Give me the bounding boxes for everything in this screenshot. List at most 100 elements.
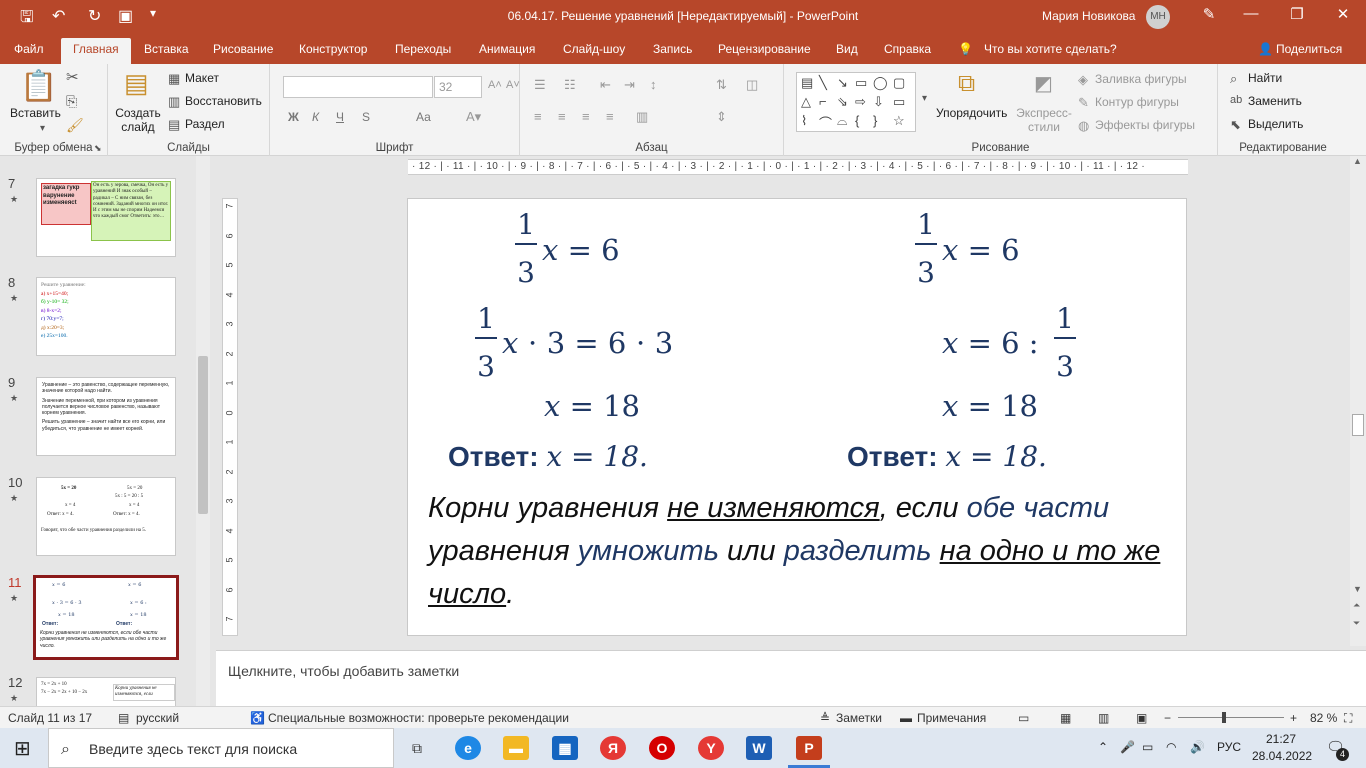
battery-icon[interactable]: ▭ xyxy=(1142,740,1153,754)
font-size-select[interactable]: 32 xyxy=(434,76,482,98)
thumbnails-scrollbar[interactable] xyxy=(196,156,210,706)
zoom-out-icon[interactable]: − xyxy=(1164,711,1171,725)
shrink-font-icon[interactable]: A˅ xyxy=(506,80,520,91)
yandex-browser-icon[interactable]: Я xyxy=(600,736,626,760)
microphone-icon[interactable]: 🎤 xyxy=(1120,740,1135,754)
new-slide-button[interactable]: Создать слайд xyxy=(114,106,162,135)
gallery-scroll-icon[interactable]: ▾ xyxy=(922,94,927,104)
normal-view-icon[interactable]: ▭ xyxy=(1018,711,1029,725)
volume-icon[interactable]: 🔊 xyxy=(1190,740,1205,754)
paste-button[interactable]: Вставить xyxy=(10,106,61,120)
paste-dropdown-icon[interactable]: ▾ xyxy=(40,124,45,134)
input-language[interactable]: РУС xyxy=(1217,740,1241,754)
user-name[interactable]: Мария Новикова xyxy=(1042,9,1135,23)
cut-icon[interactable]: ✂ xyxy=(66,70,79,85)
font-name-select[interactable] xyxy=(283,76,433,98)
windows-start-icon[interactable]: ⊞ xyxy=(14,736,31,761)
slideshow-start-icon[interactable]: ▣ xyxy=(118,6,133,26)
tray-chevron-icon[interactable]: ⌃ xyxy=(1098,740,1108,754)
share-button[interactable]: Поделиться xyxy=(1276,42,1342,56)
shape-fill-button[interactable]: Заливка фигуры xyxy=(1095,72,1187,86)
italic-button[interactable]: К xyxy=(312,110,319,124)
close-icon[interactable]: ✕ xyxy=(1328,5,1358,23)
slide-thumbnail-10[interactable]: 5x = 20 5x = 20 5x : 5 = 20 : 5 x = 4 x … xyxy=(36,477,176,556)
slide-thumbnail-11[interactable]: 𝑥 = 6 𝑥 = 6 𝑥 ⋅ 3 = 6 ⋅ 3 𝑥 = 6 : 𝑥 = 18… xyxy=(33,575,179,660)
tab-design[interactable]: Конструктор xyxy=(299,42,367,56)
share-icon[interactable]: 👤 xyxy=(1258,42,1273,56)
language-indicator[interactable]: русский xyxy=(136,711,179,725)
powerpoint-icon[interactable]: P xyxy=(796,736,822,760)
tab-record[interactable]: Запись xyxy=(653,42,692,56)
undo-icon[interactable]: ↶ xyxy=(52,6,65,26)
pen-icon[interactable]: ✎ xyxy=(1194,5,1224,23)
numbering-icon[interactable]: ☷ xyxy=(564,78,576,91)
slide-thumbnail-7[interactable]: загадка гукр варунение изменяеясt Он ест… xyxy=(36,178,176,257)
indent-icon[interactable]: ⇤ xyxy=(600,78,611,91)
search-placeholder[interactable]: Введите здесь текст для поиска xyxy=(89,741,297,757)
align-right-icon[interactable]: ≡ xyxy=(582,110,590,123)
shapes-gallery[interactable]: ▤ ╲ ↘ ▭ ◯ ▢ △ ⌐ ⇘ ⇨ ⇩ ▭ ⌇ ⌒ ⌓ { } ☆ xyxy=(796,72,916,132)
font-color-icon[interactable]: A▾ xyxy=(466,110,481,123)
align-text-icon[interactable]: ⇕ xyxy=(716,110,727,123)
comments-icon[interactable]: ▬ xyxy=(900,711,912,725)
outdent-icon[interactable]: ⇥ xyxy=(624,78,635,91)
scrollbar-thumb[interactable] xyxy=(1352,414,1364,436)
shape-effects-button[interactable]: Эффекты фигуры xyxy=(1095,118,1195,132)
underline-button[interactable]: Ч xyxy=(336,110,344,124)
quick-styles-icon[interactable]: ◩ xyxy=(1034,74,1053,94)
tab-view[interactable]: Вид xyxy=(836,42,858,56)
wifi-icon[interactable]: ◠ xyxy=(1166,740,1176,754)
slide-thumbnail-9[interactable]: Уравнение – это равенство, содержащее пе… xyxy=(36,377,176,456)
opera-icon[interactable]: O xyxy=(649,736,675,760)
text-direction-icon[interactable]: ⇅ xyxy=(716,78,727,91)
next-slide-icon[interactable]: ⏷ xyxy=(1353,618,1360,629)
tab-slideshow[interactable]: Слайд-шоу xyxy=(563,42,625,56)
notes-placeholder[interactable]: Щелкните, чтобы добавить заметки xyxy=(228,663,459,679)
notes-toggle-icon[interactable]: ≜ xyxy=(820,711,830,725)
align-center-icon[interactable]: ≡ xyxy=(558,110,566,123)
customize-toolbar-icon[interactable]: ▾ xyxy=(150,6,156,20)
tab-insert[interactable]: Вставка xyxy=(144,42,189,56)
layout-button[interactable]: Макет xyxy=(185,71,219,85)
clock-date[interactable]: 28.04.2022 xyxy=(1252,749,1312,763)
bullets-icon[interactable]: ☰ xyxy=(534,78,546,91)
spellcheck-icon[interactable]: ▤ xyxy=(118,711,129,725)
scroll-up-icon[interactable]: ▲ xyxy=(1353,156,1362,166)
shadow-button[interactable]: S xyxy=(362,110,370,124)
paste-icon[interactable]: 📋 xyxy=(20,72,57,102)
zoom-in-icon[interactable]: + xyxy=(1290,711,1297,725)
format-painter-icon[interactable]: 🖌 xyxy=(66,118,84,132)
notes-pane[interactable]: Щелкните, чтобы добавить заметки xyxy=(216,650,1366,706)
bold-button[interactable]: Ж xyxy=(288,110,299,124)
reset-button[interactable]: Восстановить xyxy=(185,94,262,108)
zoom-level[interactable]: 82 % xyxy=(1310,711,1337,725)
rule-text[interactable]: Корни уравнения не изменяются, если обе … xyxy=(428,487,1178,616)
grow-font-icon[interactable]: A˄ xyxy=(488,80,502,91)
dialog-launcher-icon[interactable]: ⬊ xyxy=(94,144,102,153)
yandex-icon[interactable]: Y xyxy=(698,736,724,760)
taskbar-search[interactable]: ⌕ Введите здесь текст для поиска xyxy=(48,728,394,768)
edge-icon[interactable]: e xyxy=(455,736,481,760)
smartart-icon[interactable]: ◫ xyxy=(746,78,758,91)
tell-me-search[interactable]: Что вы хотите сделать? xyxy=(984,42,1117,56)
find-button[interactable]: Найти xyxy=(1248,71,1282,85)
tab-help[interactable]: Справка xyxy=(884,42,931,56)
previous-slide-icon[interactable]: ⏶ xyxy=(1353,600,1360,611)
tab-animations[interactable]: Анимация xyxy=(479,42,535,56)
notes-toggle[interactable]: Заметки xyxy=(836,711,882,725)
shape-outline-button[interactable]: Контур фигуры xyxy=(1095,95,1179,109)
arrange-icon[interactable]: ⧉ xyxy=(958,72,975,96)
tab-home[interactable]: Главная xyxy=(61,38,131,64)
zoom-slider[interactable] xyxy=(1178,717,1284,718)
justify-icon[interactable]: ≡ xyxy=(606,110,614,123)
zoom-slider-handle[interactable] xyxy=(1222,712,1226,723)
quick-styles-button[interactable]: Экспресс-стили xyxy=(1012,106,1076,135)
save-icon[interactable]: 🖫 xyxy=(20,6,34,33)
maximize-icon[interactable]: ❐ xyxy=(1282,5,1312,23)
accessibility-status[interactable]: Специальные возможности: проверьте реком… xyxy=(268,711,569,725)
section-button[interactable]: Раздел xyxy=(185,117,225,131)
slide-canvas[interactable]: 1 3 𝑥 = 6 1 3 𝑥 ⋅ 3 = 6 ⋅ 3 𝑥 = 18 Ответ… xyxy=(407,198,1187,636)
scrollbar-thumb[interactable] xyxy=(198,356,208,514)
store-icon[interactable]: ▦ xyxy=(552,736,578,760)
slideshow-view-icon[interactable]: ▣ xyxy=(1136,711,1147,725)
